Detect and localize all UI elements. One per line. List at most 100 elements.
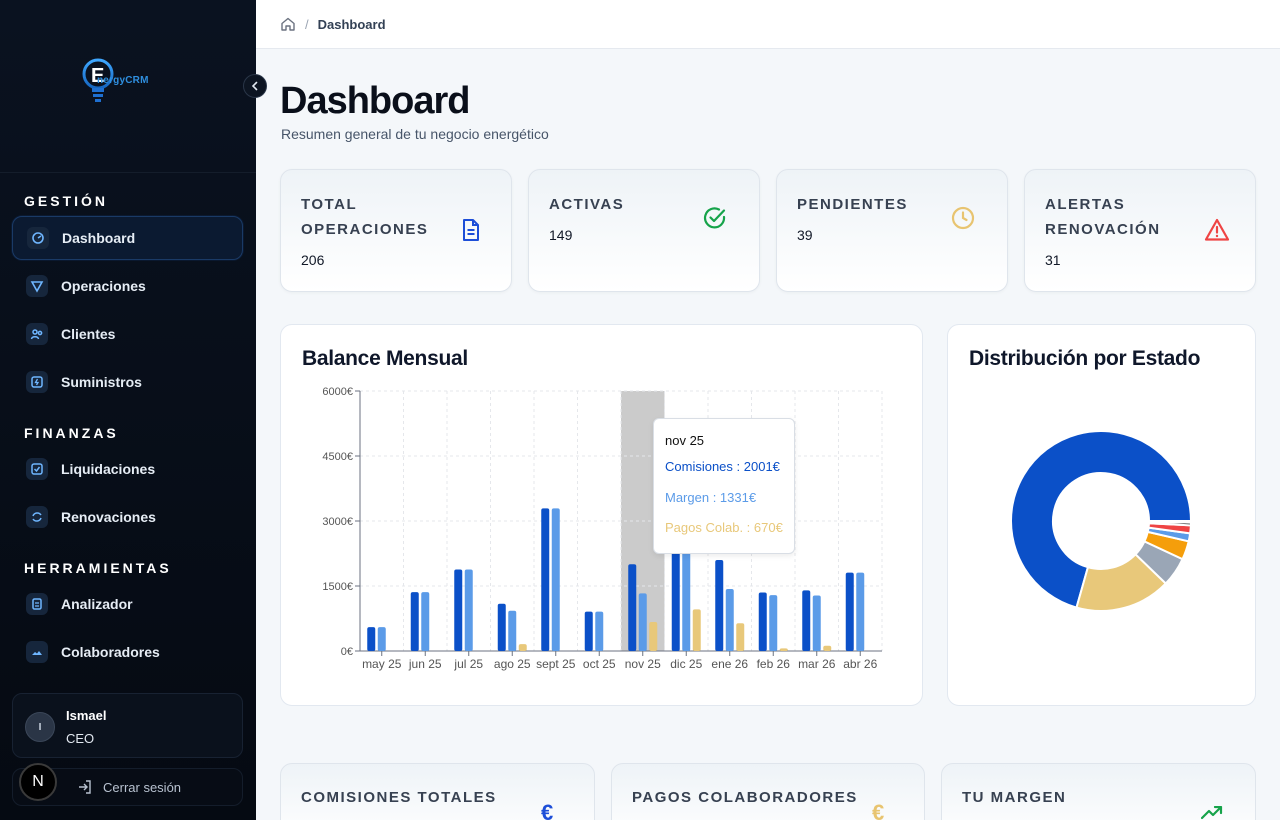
sidebar-item-clientes[interactable]: Clientes xyxy=(12,312,243,356)
donut-slice xyxy=(1147,520,1193,524)
sidebar-item-label: Colaboradores xyxy=(61,644,160,660)
sidebar-item-label: Clientes xyxy=(61,326,116,342)
clients-icon xyxy=(26,323,48,345)
tooltip-row-margen: Margen : 1331€ xyxy=(665,490,757,505)
bar-margen xyxy=(769,595,778,651)
y-tick-label: 0€ xyxy=(341,646,353,658)
bar-comisiones xyxy=(541,508,550,651)
bar-pagos-colab xyxy=(518,644,527,651)
home-icon[interactable] xyxy=(280,16,296,32)
sidebar-item-label: Renovaciones xyxy=(61,509,156,525)
sidebar-item-analizador[interactable]: Analizador xyxy=(12,582,243,626)
logout-label: Cerrar sesión xyxy=(103,779,182,795)
balance-title: Balance Mensual xyxy=(302,347,468,370)
stat-value: 31 xyxy=(1045,252,1061,268)
stat-card-total-operaciones: TOTAL OPERACIONES 206 xyxy=(280,169,512,292)
y-tick-label: 6000€ xyxy=(322,386,353,398)
bar-margen xyxy=(682,551,691,651)
dev-tools-badge[interactable]: N xyxy=(19,763,57,801)
y-tick-label: 3000€ xyxy=(322,516,353,528)
chart-tooltip: nov 25 Comisiones : 2001€ Margen : 1331€… xyxy=(653,418,795,554)
stat-label: ACTIVAS xyxy=(549,196,625,213)
x-tick-label: dic 25 xyxy=(670,657,702,671)
euro-icon: € xyxy=(872,800,885,820)
sidebar-item-label: Liquidaciones xyxy=(61,461,156,477)
stat-value: 149 xyxy=(549,227,573,243)
breadcrumb-current: Dashboard xyxy=(317,16,386,32)
bar-margen xyxy=(377,627,386,651)
x-tick-label: feb 26 xyxy=(757,657,791,671)
topbar: / Dashboard xyxy=(256,0,1280,49)
user-name: Ismael xyxy=(66,708,107,723)
trend-up-icon xyxy=(1201,806,1223,820)
bar-comisiones xyxy=(802,590,811,651)
y-tick-label: 4500€ xyxy=(322,451,353,463)
bar-pagos-colab xyxy=(649,621,658,651)
warning-icon xyxy=(1204,217,1230,243)
section-label-gestion: GESTIÓN xyxy=(24,193,109,209)
bar-comisiones xyxy=(367,627,376,651)
x-tick-label: jun 25 xyxy=(408,657,442,671)
user-role: CEO xyxy=(66,731,95,746)
sidebar-item-label: Operaciones xyxy=(61,278,146,294)
clock-icon xyxy=(950,205,976,231)
x-tick-label: nov 25 xyxy=(625,657,661,671)
bar-comisiones xyxy=(671,540,680,651)
bar-margen xyxy=(725,589,734,651)
section-label-herramientas: HERRAMIENTAS xyxy=(24,560,172,576)
user-card[interactable]: I Ismael CEO xyxy=(12,693,243,758)
card-label: PAGOS COLABORADORES xyxy=(632,789,858,806)
logout-icon xyxy=(79,780,91,794)
tooltip-title: nov 25 xyxy=(665,433,705,448)
tooltip-row-pagos: Pagos Colab. : 670€ xyxy=(665,520,783,535)
bar-margen xyxy=(856,572,865,651)
bar-comisiones xyxy=(454,569,463,651)
section-label-finanzas: FINANZAS xyxy=(24,425,119,441)
sidebar-item-label: Dashboard xyxy=(62,230,136,246)
bar-margen xyxy=(464,569,473,651)
sidebar-item-renovaciones[interactable]: Renovaciones xyxy=(12,495,243,539)
sidebar-item-operaciones[interactable]: Operaciones xyxy=(12,264,243,308)
stat-card-alertas-renovacion: ALERTAS RENOVACIÓN 31 xyxy=(1024,169,1256,292)
card-label: COMISIONES TOTALES xyxy=(301,789,497,806)
bar-comisiones xyxy=(410,592,419,651)
renewals-icon xyxy=(26,506,48,528)
card-tu-margen: TU MARGEN xyxy=(941,763,1256,820)
x-tick-label: ene 26 xyxy=(711,657,748,671)
bar-comisiones xyxy=(715,560,724,651)
sidebar-item-suministros[interactable]: Suministros xyxy=(12,360,243,404)
stat-card-pendientes: PENDIENTES 39 xyxy=(776,169,1008,292)
bar-comisiones xyxy=(758,592,767,651)
bar-margen xyxy=(551,508,560,651)
stat-label: PENDIENTES xyxy=(797,196,908,213)
x-tick-label: may 25 xyxy=(362,657,402,671)
page-subtitle: Resumen general de tu negocio energético xyxy=(281,126,549,142)
card-label: TU MARGEN xyxy=(962,789,1067,806)
bar-margen xyxy=(595,611,604,651)
bar-margen xyxy=(638,593,647,651)
avatar: I xyxy=(25,712,55,742)
sidebar-item-colaboradores[interactable]: Colaboradores xyxy=(12,630,243,674)
card-pagos-colaboradores: PAGOS COLABORADORES € xyxy=(611,763,925,820)
bar-pagos-colab xyxy=(779,648,788,651)
collapse-sidebar-button[interactable] xyxy=(243,74,267,98)
distribution-donut-chart[interactable] xyxy=(1001,421,1201,621)
balance-bar-chart[interactable]: 0€ 1500€ 3000€ 4500€ 6000€ may 25 jun 25 jul 25… xyxy=(300,380,900,680)
sidebar-item-liquidaciones[interactable]: Liquidaciones xyxy=(12,447,243,491)
document-icon xyxy=(458,217,484,243)
bar-pagos-colab xyxy=(692,609,701,651)
bar-comisiones xyxy=(497,603,506,651)
card-comisiones-totales: COMISIONES TOTALES € xyxy=(280,763,595,820)
stat-label: TOTAL OPERACIONES xyxy=(301,196,429,238)
distribution-title: Distribución por Estado xyxy=(969,347,1201,370)
sidebar: E nergyCRM GESTIÓN Dashboard Operaciones… xyxy=(0,0,267,820)
sidebar-item-dashboard[interactable]: Dashboard xyxy=(12,216,243,260)
collaborators-icon xyxy=(26,641,48,663)
stat-label: ALERTAS RENOVACIÓN xyxy=(1045,196,1161,238)
page-title: Dashboard xyxy=(280,80,470,122)
bar-margen xyxy=(421,592,430,651)
dashboard-icon xyxy=(27,227,49,249)
x-tick-label: abr 26 xyxy=(843,657,877,671)
analyzer-icon xyxy=(26,593,48,615)
euro-icon: € xyxy=(541,800,554,820)
